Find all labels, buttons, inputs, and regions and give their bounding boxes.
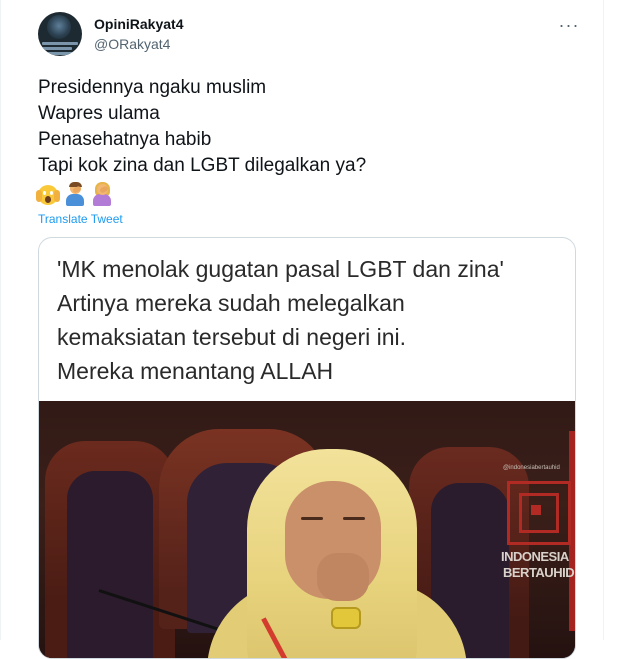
wristwatch (331, 607, 361, 629)
media-caption-line: 'MK menolak gugatan pasal LGBT dan zina' (57, 256, 504, 282)
watermark-text: BERTAUHID (503, 565, 575, 580)
tweet-media-card[interactable]: 'MK menolak gugatan pasal LGBT dan zina'… (38, 237, 576, 659)
media-caption: 'MK menolak gugatan pasal LGBT dan zina'… (57, 252, 567, 388)
face-screaming-icon (36, 182, 60, 206)
person-hand (317, 553, 369, 601)
tweet-text-line: Wapres ulama (38, 103, 160, 124)
man-facepalming-icon (63, 182, 87, 206)
watermark-text: INDONESIA (501, 549, 569, 564)
woman-facepalming-icon (90, 182, 114, 206)
tweet-text-line: Tapi kok zina dan LGBT dilegalkan ya? (38, 155, 367, 176)
watermark-handle: @indonesiabertauhid (503, 465, 560, 471)
author-handle[interactable]: @ORakyat4 (94, 36, 170, 52)
more-options-icon[interactable]: ··· (558, 14, 580, 36)
channel-watermark: @indonesiabertauhid INDONESIA BERTAUHID (501, 441, 575, 591)
author-avatar[interactable] (38, 12, 82, 56)
media-photo[interactable]: @indonesiabertauhid INDONESIA BERTAUHID (39, 401, 575, 658)
avatar-emblem-icon (47, 15, 71, 39)
tweet-text-line: Penasehatnya habib (38, 129, 212, 150)
media-caption-line: Mereka menantang ALLAH (57, 358, 334, 384)
media-caption-line: Artinya mereka sudah melegalkan (57, 290, 405, 316)
tweet-text-line: Presidennya ngaku muslim (38, 77, 267, 98)
media-caption-line: kemaksiatan tersebut di negeri ini. (57, 324, 407, 350)
translate-tweet-link[interactable]: Translate Tweet (38, 212, 123, 226)
tweet-text: Presidennya ngaku muslim Wapres ulama Pe… (38, 75, 578, 179)
page-divider-left (0, 0, 1, 640)
emoji-row (36, 182, 114, 208)
page-divider-right (603, 0, 604, 640)
author-display-name[interactable]: OpiniRakyat4 (94, 16, 183, 32)
